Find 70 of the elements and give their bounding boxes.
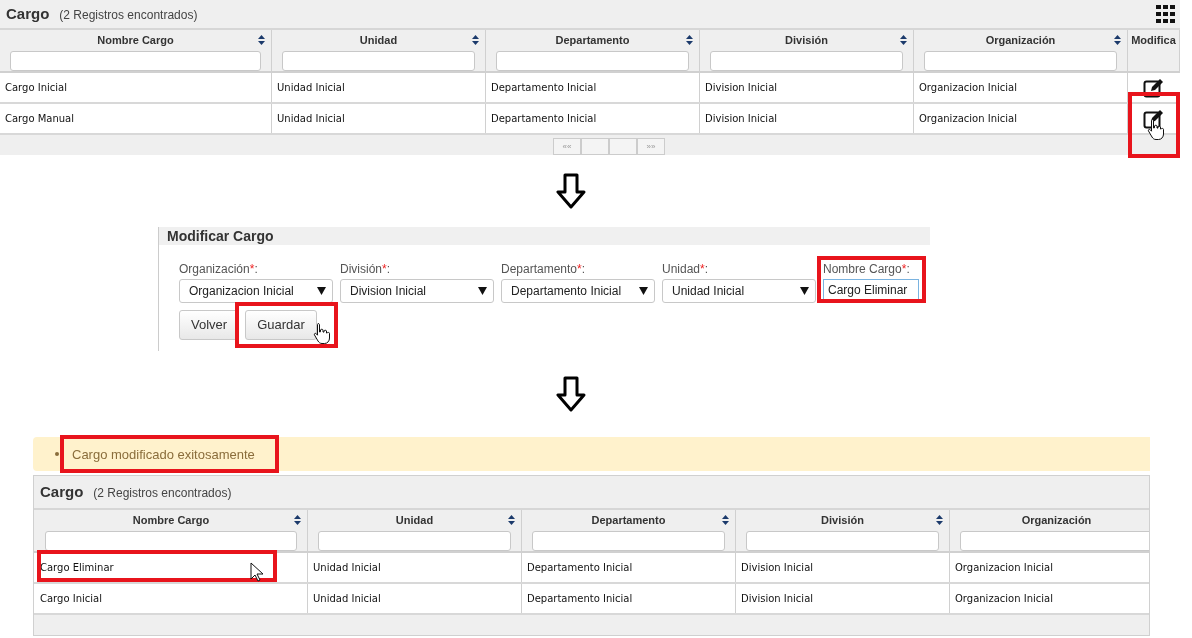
table-cell-text: Cargo Eliminar bbox=[40, 561, 114, 575]
column-header[interactable]: Organización bbox=[1021, 513, 1092, 527]
panel-title: Cargo bbox=[6, 3, 50, 24]
form-button[interactable]: Guardar bbox=[245, 310, 317, 340]
table-cell-text: Departamento Inicial bbox=[527, 561, 633, 575]
table-cell-text: Division Inicial bbox=[705, 81, 778, 95]
column-header[interactable]: División bbox=[785, 33, 828, 47]
table-cell-text: Unidad Inicial bbox=[313, 592, 381, 606]
filter-field[interactable] bbox=[532, 531, 725, 551]
filter-field[interactable] bbox=[960, 531, 1149, 551]
table-cell-text: Organizacion Inicial bbox=[955, 592, 1053, 606]
select-field[interactable]: Unidad Inicial bbox=[662, 279, 816, 303]
column-header[interactable]: Modifica bbox=[1131, 33, 1176, 47]
table-cell-text: Departamento Inicial bbox=[491, 81, 597, 95]
panel-title: Cargo bbox=[40, 481, 84, 502]
caret-icon bbox=[639, 287, 648, 295]
table-cell-text: Departamento Inicial bbox=[491, 112, 597, 126]
success-message: Cargo modificado exitosamente bbox=[71, 447, 256, 462]
column-header[interactable]: Unidad bbox=[395, 513, 434, 527]
table-cell-text: Cargo Inicial bbox=[5, 81, 67, 95]
column-header[interactable]: Nombre Cargo bbox=[97, 33, 174, 47]
filter-field[interactable] bbox=[924, 51, 1117, 71]
table-cell-text: Cargo Inicial bbox=[40, 592, 102, 606]
edit-icon[interactable] bbox=[1143, 76, 1165, 99]
filter-field[interactable] bbox=[10, 51, 261, 71]
caret-icon bbox=[478, 287, 487, 295]
field-label: Departamento*: bbox=[501, 262, 587, 278]
table-cell-text: Cargo Manual bbox=[5, 112, 75, 126]
edit-icon[interactable] bbox=[1143, 107, 1165, 130]
caret-icon bbox=[800, 287, 809, 295]
filter-field[interactable] bbox=[45, 531, 297, 551]
column-header[interactable]: Organización bbox=[985, 33, 1056, 47]
table-cell-text: Organizacion Inicial bbox=[919, 81, 1017, 95]
down-arrow-icon bbox=[556, 173, 586, 209]
filter-field[interactable] bbox=[496, 51, 689, 71]
filter-field[interactable] bbox=[746, 531, 939, 551]
field-label: División*: bbox=[340, 262, 392, 278]
field-label: Unidad*: bbox=[662, 262, 710, 278]
column-header[interactable]: Nombre Cargo bbox=[132, 513, 210, 527]
table-cell-text: Unidad Inicial bbox=[313, 561, 381, 575]
pointer-cursor-icon bbox=[250, 562, 264, 582]
column-header[interactable]: División bbox=[821, 513, 864, 527]
filter-field[interactable] bbox=[282, 51, 475, 71]
table-cell-text: Organizacion Inicial bbox=[955, 561, 1053, 575]
record-count: (2 Registros encontrados) bbox=[93, 484, 232, 502]
table-cell-text: Division Inicial bbox=[741, 561, 814, 575]
table-cell-text: Organizacion Inicial bbox=[919, 112, 1017, 126]
record-count: (2 Registros encontrados) bbox=[59, 6, 198, 24]
text-field[interactable]: Cargo Eliminar bbox=[823, 279, 919, 301]
column-header[interactable]: Departamento bbox=[591, 513, 666, 527]
field-label: Nombre Cargo*: bbox=[823, 262, 911, 278]
table-cell-text: Division Inicial bbox=[705, 112, 778, 126]
form-title: Modificar Cargo bbox=[167, 226, 274, 246]
table-cell-text: Unidad Inicial bbox=[277, 81, 345, 95]
select-field[interactable]: Division Inicial bbox=[340, 279, 494, 303]
filter-field[interactable] bbox=[318, 531, 511, 551]
down-arrow-icon bbox=[556, 376, 586, 412]
column-header[interactable]: Unidad bbox=[359, 33, 398, 47]
select-field[interactable]: Organizacion Inicial bbox=[179, 279, 333, 303]
field-label: Organización*: bbox=[179, 262, 259, 278]
select-field[interactable]: Departamento Inicial bbox=[501, 279, 655, 303]
table-cell-text: Departamento Inicial bbox=[527, 592, 633, 606]
table-cell-text: Unidad Inicial bbox=[277, 112, 345, 126]
page-button[interactable] bbox=[609, 138, 637, 155]
caret-icon bbox=[317, 287, 326, 295]
filter-field[interactable] bbox=[710, 51, 903, 71]
table-cell-text: Division Inicial bbox=[741, 592, 814, 606]
page-button[interactable] bbox=[581, 138, 609, 155]
column-header[interactable]: Departamento bbox=[555, 33, 630, 47]
hand-cursor-icon bbox=[313, 322, 332, 344]
